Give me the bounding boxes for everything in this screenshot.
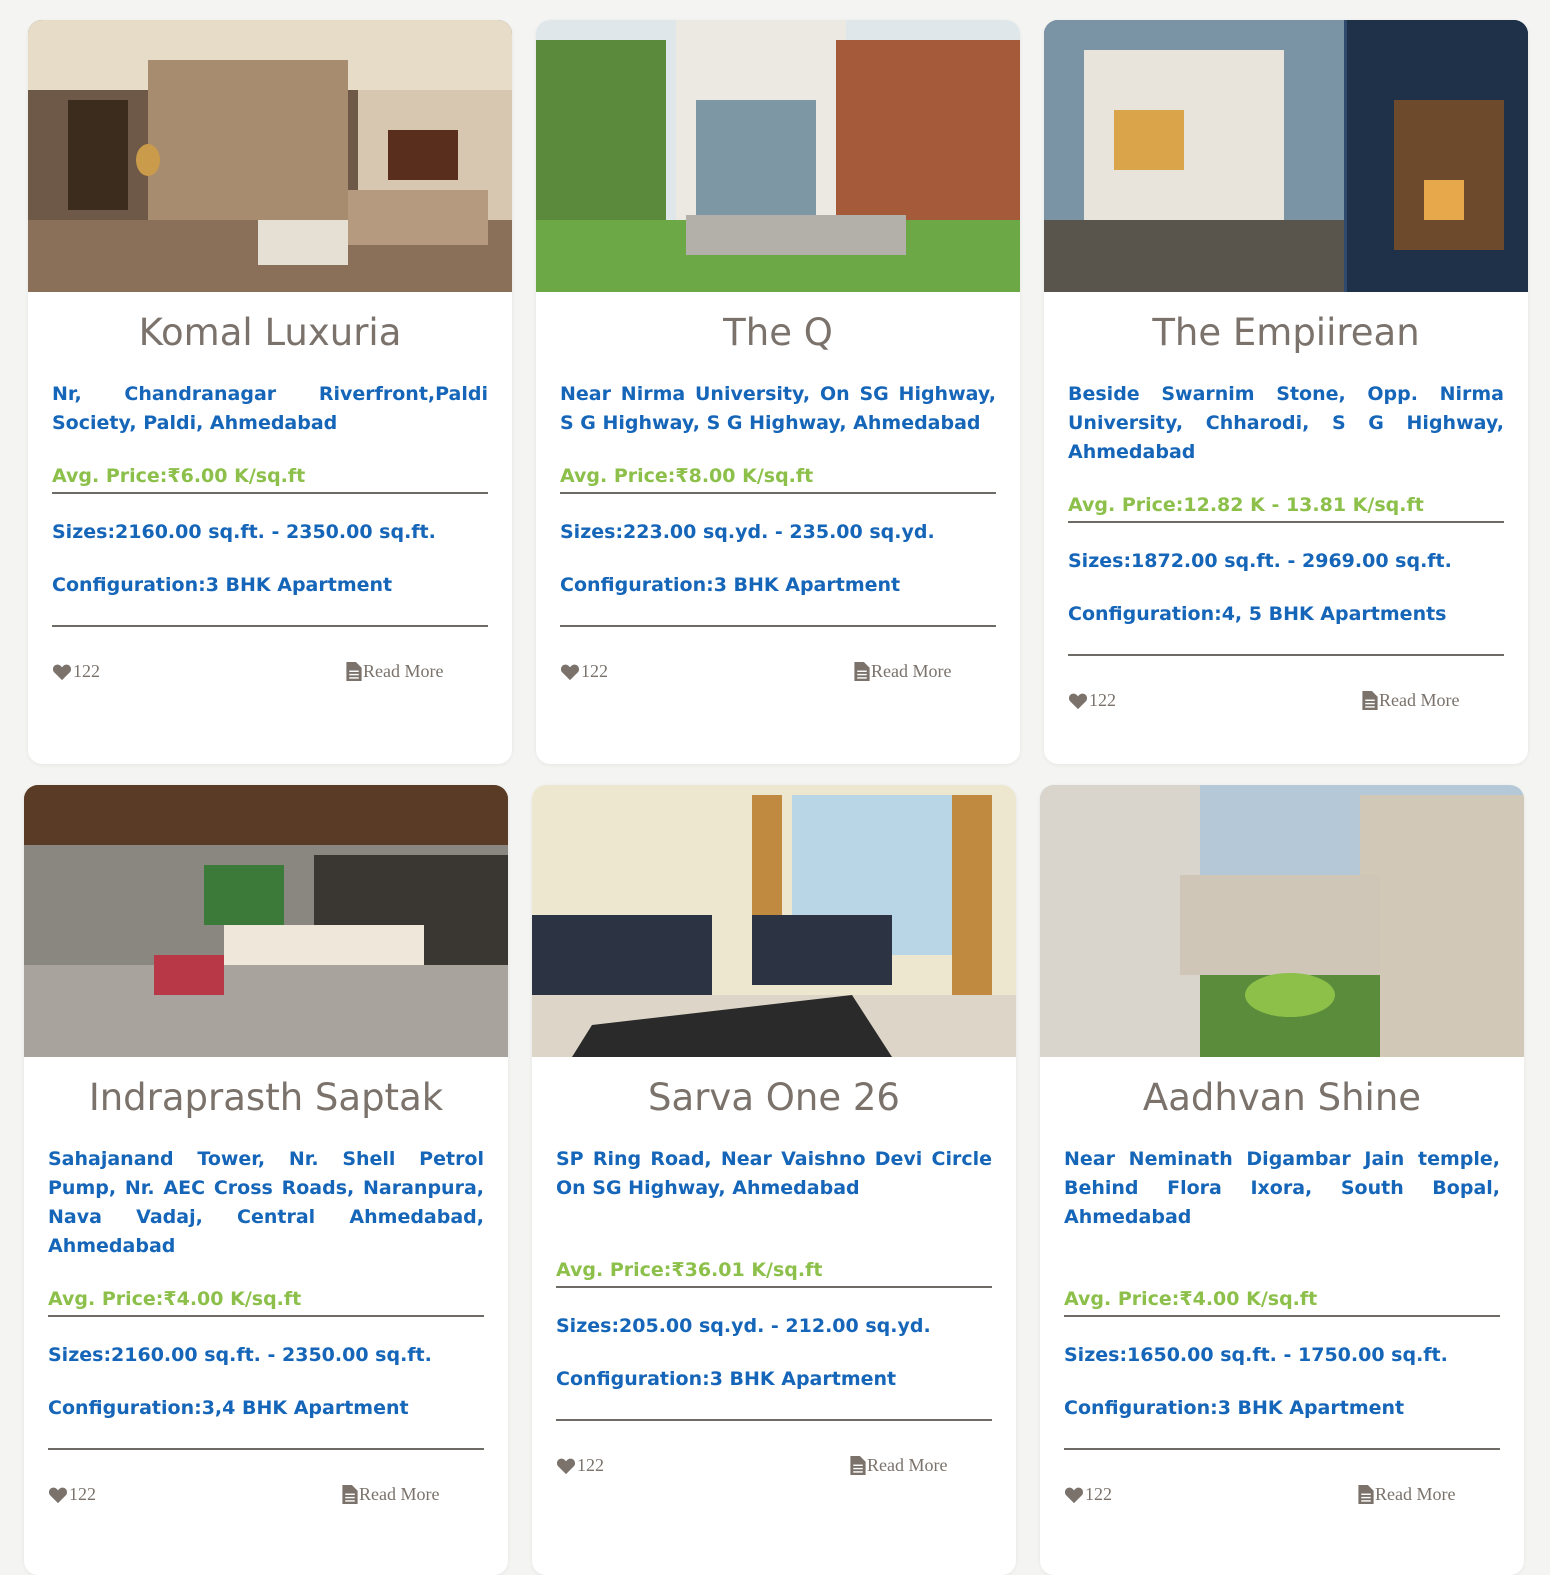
likes-count: 122: [73, 661, 100, 681]
likes[interactable]: 122: [560, 661, 608, 682]
sizes: Sizes:2160.00 sq.ft. - 2350.00 sq.ft.: [48, 1344, 432, 1366]
property-card[interactable]: Aadhvan Shine Near Neminath Digambar Jai…: [1040, 785, 1524, 1575]
property-card[interactable]: The Q Near Nirma University, On SG Highw…: [536, 20, 1020, 764]
card-footer: 122 Read More: [556, 1441, 992, 1491]
read-more-link[interactable]: Read More: [1358, 1484, 1455, 1505]
document-icon: [854, 662, 870, 681]
card-footer: 122 Read More: [1064, 1470, 1500, 1520]
card-footer: 122 Read More: [560, 647, 996, 697]
read-more-link[interactable]: Read More: [854, 661, 951, 682]
property-address: Sahajanand Tower, Nr. Shell Petrol Pump,…: [48, 1148, 484, 1257]
property-title[interactable]: Sarva One 26: [556, 1073, 992, 1123]
read-more-label: Read More: [363, 661, 444, 681]
read-more-link[interactable]: Read More: [346, 661, 443, 682]
heart-icon: [48, 1487, 68, 1503]
property-address: SP Ring Road, Near Vaishno Devi Circle O…: [556, 1148, 992, 1199]
property-photo[interactable]: [1044, 20, 1528, 292]
property-card[interactable]: The Empiirean Beside Swarnim Stone, Opp.…: [1044, 20, 1528, 764]
heart-icon: [1064, 1487, 1084, 1503]
heart-icon: [556, 1458, 576, 1474]
read-more-link[interactable]: Read More: [1362, 690, 1459, 711]
card-footer: 122 Read More: [1068, 676, 1504, 726]
heart-icon: [52, 664, 72, 680]
document-icon: [1362, 691, 1378, 710]
property-title[interactable]: The Q: [560, 308, 996, 358]
likes[interactable]: 122: [1068, 690, 1116, 711]
document-icon: [1358, 1485, 1374, 1504]
property-photo[interactable]: [532, 785, 1016, 1057]
property-photo[interactable]: [536, 20, 1020, 292]
property-photo[interactable]: [1040, 785, 1524, 1057]
swing-living-room-photo: [24, 785, 508, 1057]
likes[interactable]: 122: [52, 661, 100, 682]
likes-count: 122: [69, 1484, 96, 1504]
configuration: Configuration:4, 5 BHK Apartments: [1068, 603, 1447, 625]
likes[interactable]: 122: [556, 1455, 604, 1476]
sizes: Sizes:1650.00 sq.ft. - 1750.00 sq.ft.: [1064, 1344, 1448, 1366]
sizes: Sizes:223.00 sq.yd. - 235.00 sq.yd.: [560, 521, 935, 543]
avg-price: Avg. Price:₹8.00 K/sq.ft: [560, 462, 996, 494]
property-photo[interactable]: [28, 20, 512, 292]
configuration: Configuration:3 BHK Apartment: [560, 574, 901, 596]
configuration: Configuration:3,4 BHK Apartment: [48, 1397, 409, 1419]
read-more-label: Read More: [1379, 690, 1460, 710]
avg-price: Avg. Price:₹36.01 K/sq.ft: [556, 1256, 992, 1288]
villa-exterior-photo: [1044, 20, 1528, 292]
configuration: Configuration:3 BHK Apartment: [556, 1368, 897, 1390]
configuration: Configuration:3 BHK Apartment: [1064, 1397, 1405, 1419]
likes[interactable]: 122: [1064, 1484, 1112, 1505]
document-icon: [346, 662, 362, 681]
property-photo[interactable]: [24, 785, 508, 1057]
sizes: Sizes:205.00 sq.yd. - 212.00 sq.yd.: [556, 1315, 931, 1337]
property-address: Near Neminath Digambar Jain temple, Behi…: [1064, 1148, 1500, 1228]
heart-icon: [560, 664, 580, 680]
property-card[interactable]: Indraprasth Saptak Sahajanand Tower, Nr.…: [24, 785, 508, 1575]
avg-price: Avg. Price:₹6.00 K/sq.ft: [52, 462, 488, 494]
card-footer: 122 Read More: [52, 647, 488, 697]
property-card[interactable]: Sarva One 26 SP Ring Road, Near Vaishno …: [532, 785, 1016, 1575]
sofa-room-photo: [532, 785, 1016, 1057]
likes-count: 122: [581, 661, 608, 681]
property-address: Beside Swarnim Stone, Opp. Nirma Univers…: [1068, 383, 1504, 463]
property-title[interactable]: Komal Luxuria: [52, 308, 488, 358]
divider: [1068, 654, 1504, 656]
property-title[interactable]: Indraprasth Saptak: [48, 1073, 484, 1123]
property-card[interactable]: Komal Luxuria Nr, Chandranagar Riverfron…: [28, 20, 512, 764]
read-more-label: Read More: [867, 1455, 948, 1475]
read-more-link[interactable]: Read More: [850, 1455, 947, 1476]
document-icon: [342, 1485, 358, 1504]
living-room-photo: [28, 20, 512, 292]
read-more-label: Read More: [1375, 1484, 1456, 1504]
read-more-link[interactable]: Read More: [342, 1484, 439, 1505]
heart-icon: [1068, 693, 1088, 709]
divider: [52, 625, 488, 627]
avg-price: Avg. Price:₹4.00 K/sq.ft: [48, 1285, 484, 1317]
likes[interactable]: 122: [48, 1484, 96, 1505]
document-icon: [850, 1456, 866, 1475]
read-more-label: Read More: [359, 1484, 440, 1504]
property-title[interactable]: Aadhvan Shine: [1064, 1073, 1500, 1123]
likes-count: 122: [1085, 1484, 1112, 1504]
likes-count: 122: [577, 1455, 604, 1475]
township-aerial-photo: [1040, 785, 1524, 1057]
avg-price: Avg. Price:₹4.00 K/sq.ft: [1064, 1285, 1500, 1317]
property-address: Near Nirma University, On SG Highway, S …: [560, 383, 996, 434]
sizes: Sizes:2160.00 sq.ft. - 2350.00 sq.ft.: [52, 521, 436, 543]
property-address: Nr, Chandranagar Riverfront,Paldi Societ…: [52, 383, 488, 434]
card-footer: 122 Read More: [48, 1470, 484, 1520]
divider: [48, 1448, 484, 1450]
building-garden-photo: [536, 20, 1020, 292]
likes-count: 122: [1089, 690, 1116, 710]
configuration: Configuration:3 BHK Apartment: [52, 574, 393, 596]
divider: [556, 1419, 992, 1421]
divider: [560, 625, 996, 627]
avg-price: Avg. Price:12.82 K - 13.81 K/sq.ft: [1068, 491, 1504, 523]
property-title[interactable]: The Empiirean: [1068, 308, 1504, 358]
read-more-label: Read More: [871, 661, 952, 681]
divider: [1064, 1448, 1500, 1450]
sizes: Sizes:1872.00 sq.ft. - 2969.00 sq.ft.: [1068, 550, 1452, 572]
